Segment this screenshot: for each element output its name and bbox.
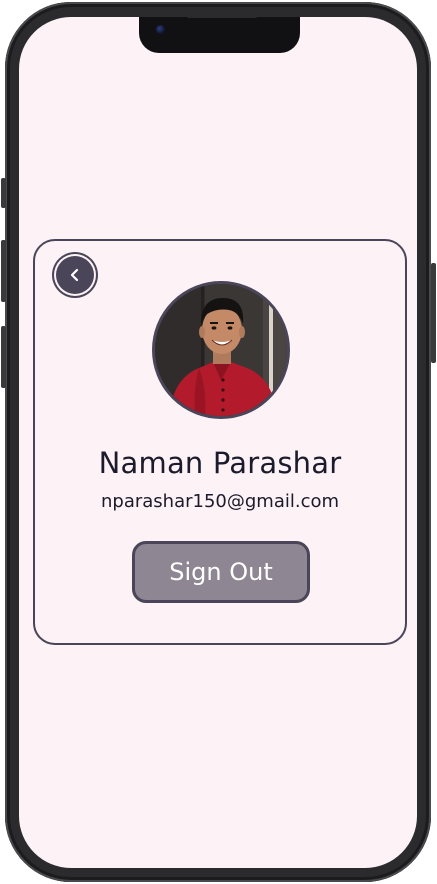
volume-up-button	[1, 240, 6, 302]
device-mockup: Naman Parashar nparashar150@gmail.com Si…	[0, 0, 437, 884]
speaker-grille	[187, 17, 257, 18]
notch	[139, 17, 300, 53]
app-screen: Naman Parashar nparashar150@gmail.com Si…	[19, 17, 417, 868]
back-button[interactable]	[56, 256, 94, 294]
chevron-left-icon	[67, 267, 83, 283]
profile-name: Naman Parashar	[98, 446, 342, 480]
profile-card: Naman Parashar nparashar150@gmail.com Si…	[33, 239, 407, 645]
profile-email: nparashar150@gmail.com	[100, 491, 340, 512]
power-button	[431, 263, 436, 363]
mute-switch	[1, 178, 6, 208]
profile-photo	[155, 284, 287, 416]
avatar	[152, 281, 290, 419]
volume-down-button	[1, 326, 6, 388]
sign-out-button[interactable]: Sign Out	[132, 541, 310, 603]
front-camera	[156, 25, 165, 34]
